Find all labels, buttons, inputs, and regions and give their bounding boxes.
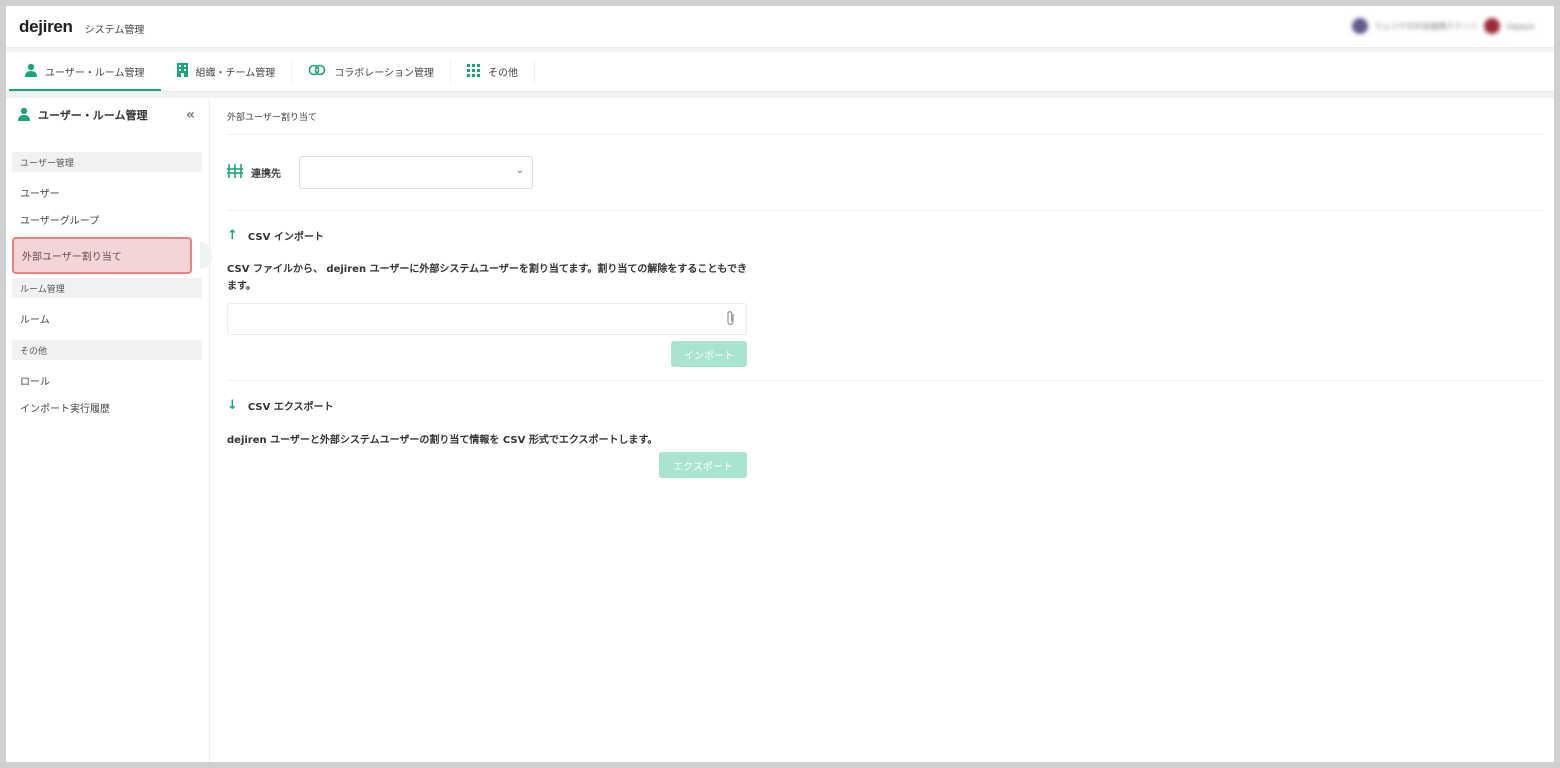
app-logo[interactable]: dejiren (19, 17, 73, 37)
building-icon (176, 63, 188, 80)
sidebar-item-label: 外部ユーザー割り当て (22, 252, 122, 263)
csv-import-title-label: CSV インポート (247, 231, 324, 243)
csv-export-section: ↓ CSV エクスポート dejiren ユーザーと外部システムユーザーの割り当… (227, 381, 1544, 478)
import-button[interactable]: インポート (671, 341, 747, 367)
csv-export-description: dejiren ユーザーと外部システムユーザーの割り当て情報を CSV 形式でエ… (227, 435, 658, 446)
app-window: dejiren システム管理 ウェジテの外部連携テナント tagaya ユーザー… (6, 6, 1554, 762)
chevron-down-icon: ⌄ (515, 165, 524, 176)
csv-import-section: ↑ CSV インポート CSV ファイルから、 dejiren ユーザーに外部シ… (227, 211, 1544, 381)
org-name: ウェジテの外部連携テナント (1374, 21, 1479, 31)
tab-org-team[interactable]: 組織・チーム管理 (161, 60, 293, 83)
sidebar-item-rooms[interactable]: ルーム (6, 305, 209, 332)
tab-others[interactable]: その他 (451, 60, 536, 83)
tab-label: その他 (488, 68, 519, 79)
connection-icon (227, 164, 243, 181)
export-button[interactable]: エクスポート (659, 452, 747, 478)
arrow-down-icon: ↓ (227, 397, 238, 413)
sidebar-item-roles[interactable]: ロール (6, 367, 209, 394)
sidebar-item-import-history[interactable]: インポート実行履歴 (6, 394, 209, 421)
top-bar: dejiren システム管理 ウェジテの外部連携テナント tagaya (6, 6, 1554, 48)
tab-label: ユーザー・ルーム管理 (45, 68, 145, 79)
sidebar-title: ユーザー・ルーム管理 « (6, 99, 209, 131)
user-menu[interactable]: ウェジテの外部連携テナント tagaya (1352, 18, 1534, 34)
user-icon (25, 63, 37, 80)
sidebar-section-user-management: ユーザー管理 (12, 152, 202, 172)
tab-label: コラボレーション管理 (334, 68, 435, 79)
link-target-row: 連携先 ⌄ (227, 135, 1544, 211)
sidebar-item-user-groups[interactable]: ユーザーグループ (6, 206, 209, 233)
tabs-gap (6, 92, 1554, 98)
import-button-row: インポート (227, 341, 747, 367)
user-avatar (1484, 18, 1501, 34)
link-icon (308, 64, 326, 79)
page-title: 外部ユーザー割り当て (227, 99, 1544, 135)
sidebar-item-users[interactable]: ユーザー (6, 179, 209, 206)
csv-export-title-label: CSV エクスポート (247, 401, 334, 413)
link-target-select[interactable]: ⌄ (299, 156, 533, 189)
sidebar-title-label: ユーザー・ルーム管理 (38, 109, 148, 122)
export-button-row: エクスポート (227, 452, 747, 478)
tab-collaboration[interactable]: コラボレーション管理 (292, 60, 452, 83)
sidebar-item-external-user-assignment[interactable]: 外部ユーザー割り当て (12, 237, 212, 274)
grid-icon (467, 63, 481, 80)
main-tabs: ユーザー・ルーム管理 組織・チーム管理 コラボレーション管理 その他 (6, 52, 1554, 92)
csv-file-input[interactable] (227, 303, 747, 335)
tab-user-room[interactable]: ユーザー・ルーム管理 (9, 52, 161, 91)
tab-label: 組織・チーム管理 (195, 68, 276, 79)
csv-import-description: CSV ファイルから、 dejiren ユーザーに外部システムユーザーを割り当て… (227, 264, 747, 292)
collapse-sidebar-icon[interactable]: « (186, 107, 195, 123)
arrow-up-icon: ↑ (227, 227, 238, 243)
main-content: 外部ユーザー割り当て 連携先 ⌄ ↑ CSV インポート CSV ファイルから、… (211, 99, 1554, 762)
user-name: tagaya (1506, 21, 1534, 31)
user-icon (18, 107, 30, 124)
sidebar-section-others: その他 (12, 340, 202, 360)
paperclip-icon[interactable] (726, 310, 736, 330)
csv-import-title: ↑ CSV インポート (227, 223, 1544, 247)
app-title: システム管理 (84, 24, 145, 36)
csv-export-title: ↓ CSV エクスポート (227, 393, 1544, 417)
sidebar: ユーザー・ルーム管理 « ユーザー管理 ユーザー ユーザーグループ 外部ユーザー… (6, 99, 212, 762)
sidebar-section-room-management: ルーム管理 (12, 278, 202, 298)
org-avatar (1352, 18, 1369, 34)
link-target-label: 連携先 (251, 169, 281, 180)
